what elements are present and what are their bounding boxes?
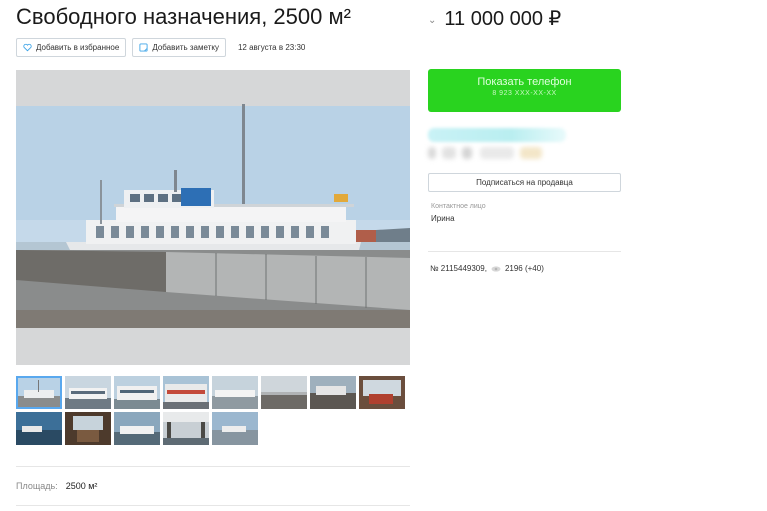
thumbnail-1[interactable] <box>16 376 62 409</box>
show-phone-label: Показать телефон <box>477 76 572 88</box>
seller-info-blurred <box>428 143 546 163</box>
thumbnail-13[interactable] <box>212 412 258 445</box>
show-phone-button[interactable]: Показать телефон 8 923 XXX-XX-XX <box>428 69 621 112</box>
chevron-down-icon[interactable]: ⌄ <box>428 15 436 26</box>
views-count: 2196 (+40) <box>504 264 544 273</box>
thumbnail-7[interactable] <box>310 376 356 409</box>
thumbnail-strip <box>16 376 410 445</box>
note-icon <box>139 43 148 52</box>
thumbnail-11[interactable] <box>114 412 160 445</box>
listing-stats: № 2115449309, 2196 (+40) <box>430 264 544 273</box>
add-note-label: Добавить заметку <box>152 43 219 52</box>
thumbnail-6[interactable] <box>261 376 307 409</box>
add-to-favorites-label: Добавить в избранное <box>36 43 120 52</box>
param-area: Площадь: 2500 м² <box>16 481 97 491</box>
subscribe-seller-button[interactable]: Подписаться на продавца <box>428 173 621 192</box>
add-note-button[interactable]: Добавить заметку <box>132 38 226 57</box>
eye-icon <box>491 265 501 272</box>
param-area-label: Площадь: <box>16 481 58 491</box>
divider <box>428 251 621 252</box>
listing-title: Свободного назначения, 2500 м² <box>16 4 351 29</box>
contact-person-label: Контактное лицо <box>431 203 486 210</box>
divider <box>16 505 410 506</box>
listing-price: 11 000 000 ₽ <box>444 8 562 30</box>
param-area-value: 2500 м² <box>65 481 98 491</box>
thumbnail-10[interactable] <box>65 412 111 445</box>
thumbnail-5[interactable] <box>212 376 258 409</box>
thumbnail-12[interactable] <box>163 412 209 445</box>
listing-actions: Добавить в избранное Добавить заметку 12… <box>16 38 305 57</box>
seller-name-blurred[interactable] <box>428 128 566 142</box>
thumbnail-8[interactable] <box>359 376 405 409</box>
listing-date: 12 августа в 23:30 <box>237 43 306 52</box>
thumbnail-4[interactable] <box>163 376 209 409</box>
add-to-favorites-button[interactable]: Добавить в избранное <box>16 38 127 57</box>
divider <box>16 466 410 467</box>
ad-number: № 2115449309, <box>430 264 487 273</box>
main-photo[interactable] <box>16 70 410 365</box>
heart-icon <box>23 43 32 52</box>
ship-photo-image <box>16 70 410 365</box>
price-block[interactable]: ⌄ 11 000 000 ₽ <box>428 6 561 31</box>
thumbnail-3[interactable] <box>114 376 160 409</box>
contact-person-name: Ирина <box>431 214 455 223</box>
phone-masked: 8 923 XXX-XX-XX <box>492 90 557 97</box>
thumbnail-9[interactable] <box>16 412 62 445</box>
thumbnail-2[interactable] <box>65 376 111 409</box>
